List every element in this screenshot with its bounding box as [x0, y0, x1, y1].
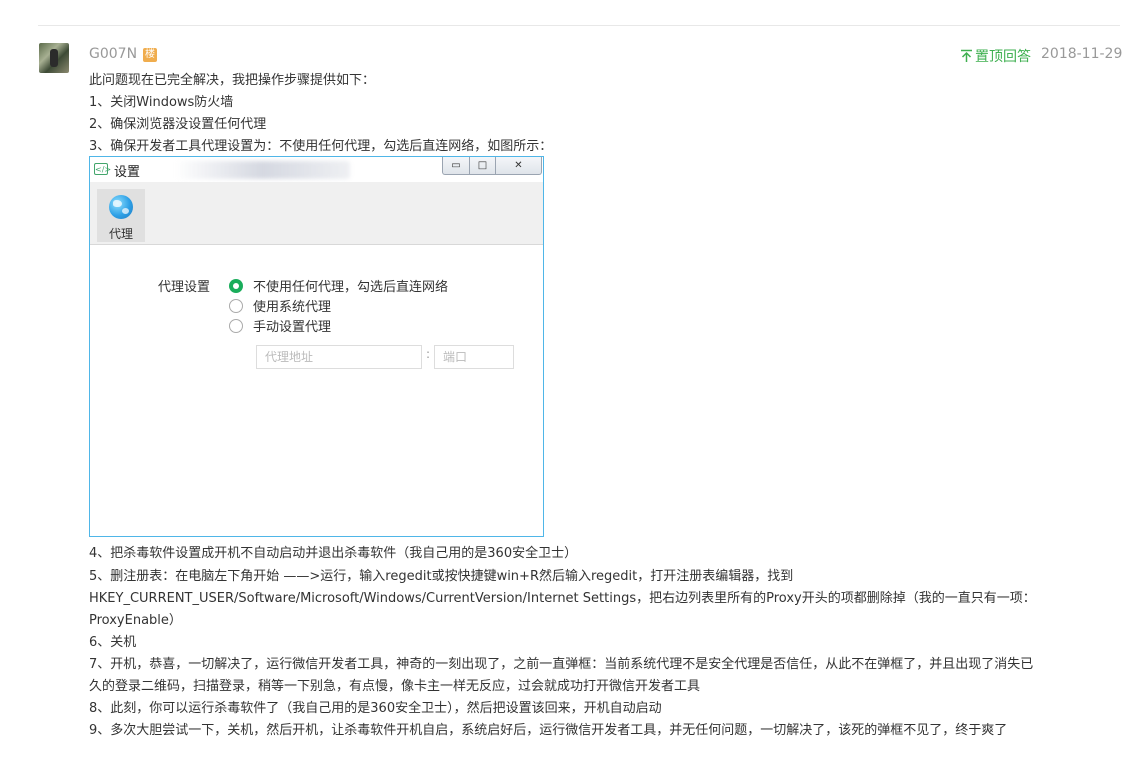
radio-no-proxy[interactable]: 不使用任何代理，勾选后直连网络 — [229, 276, 448, 295]
answer-line-step8: 8、此刻，你可以运行杀毒软件了（我自己用的是360安全卫士），然后把设置该回来，… — [89, 701, 662, 716]
radio-manual-proxy[interactable]: 手动设置代理 — [229, 316, 331, 335]
proxy-port-input[interactable]: 端口 — [434, 345, 514, 369]
answer-line-step9: 9、多次大胆尝试一下，关机，然后开机，让杀毒软件开机自启，系统启好后，运行微信开… — [89, 723, 1008, 738]
radio-unchecked-icon — [229, 318, 243, 333]
blurred-title-region — [175, 161, 350, 179]
answer-line-step5-registry: HKEY_CURRENT_USER/Software/Microsoft/Win… — [89, 591, 1036, 606]
radio-system-proxy-label: 使用系统代理 — [253, 300, 332, 315]
floor-badge: 楼 — [143, 48, 157, 62]
pin-answer-button[interactable]: 置顶回答 — [960, 46, 1031, 66]
pin-top-icon — [961, 49, 972, 62]
maximize-button[interactable]: □ — [470, 157, 496, 175]
settings-window-screenshot: </> 设置 ▭ □ ✕ 代理 代理设置 不使用任何代理，勾选后直连网络 使用系… — [89, 156, 544, 537]
tab-proxy[interactable]: 代理 — [97, 189, 145, 242]
username[interactable]: G007N — [89, 46, 137, 62]
address-port-separator: : — [426, 347, 431, 361]
radio-no-proxy-label: 不使用任何代理，勾选后直连网络 — [253, 280, 449, 295]
answer-line-step3: 3、确保开发者工具代理设置为：不使用任何代理，勾选后直连网络，如图所示： — [89, 139, 553, 154]
answer-line-step7: 7、开机，恭喜，一切解决了，运行微信开发者工具，神奇的一刻出现了，之前一直弹框：… — [89, 657, 1034, 672]
pin-answer-label: 置顶回答 — [975, 49, 1031, 65]
answer-line-intro: 此问题现在已完全解决，我把操作步骤提供如下： — [89, 73, 376, 88]
window-controls: ▭ □ ✕ — [442, 157, 544, 175]
proxy-settings-label: 代理设置 — [158, 280, 211, 295]
answer-line-step5: 5、删注册表：在电脑左下角开始 ——>运行，输入regedit或按快捷键win+… — [89, 569, 794, 584]
settings-toolbar: 代理 — [90, 182, 543, 245]
window-title: 设置 — [114, 165, 141, 180]
close-button[interactable]: ✕ — [496, 157, 542, 175]
minimize-button[interactable]: ▭ — [442, 157, 470, 175]
radio-manual-proxy-label: 手动设置代理 — [253, 320, 332, 335]
minimize-icon: ▭ — [451, 160, 461, 171]
answer-line-step5-end: ProxyEnable） — [89, 613, 182, 628]
close-icon: ✕ — [514, 160, 523, 171]
answer-line-step1: 1、关闭Windows防火墙 — [89, 95, 234, 110]
proxy-address-input[interactable]: 代理地址 — [256, 345, 422, 369]
answer-line-step6: 6、关机 — [89, 635, 137, 650]
answer-line-step4: 4、把杀毒软件设置成开机不自动启动并退出杀毒软件（我自己用的是360安全卫士） — [89, 546, 578, 561]
radio-unchecked-icon — [229, 298, 243, 313]
maximize-icon: □ — [477, 160, 488, 171]
avatar[interactable] — [39, 43, 69, 73]
radio-checked-icon — [229, 278, 243, 293]
radio-system-proxy[interactable]: 使用系统代理 — [229, 296, 331, 315]
tab-proxy-label: 代理 — [108, 227, 133, 241]
answer-line-step7-cont: 久的登录二维码，扫描登录，稍等一下别急，有点慢，像卡主一样无反应，过会就成功打开… — [89, 679, 701, 694]
post-date: 2018-11-29 — [1041, 46, 1123, 62]
answer-line-step2: 2、确保浏览器没设置任何代理 — [89, 117, 267, 132]
top-divider — [38, 25, 1120, 26]
globe-icon — [109, 195, 133, 219]
devtools-app-icon: </> — [94, 163, 112, 175]
window-titlebar: </> 设置 ▭ □ ✕ — [90, 157, 543, 182]
